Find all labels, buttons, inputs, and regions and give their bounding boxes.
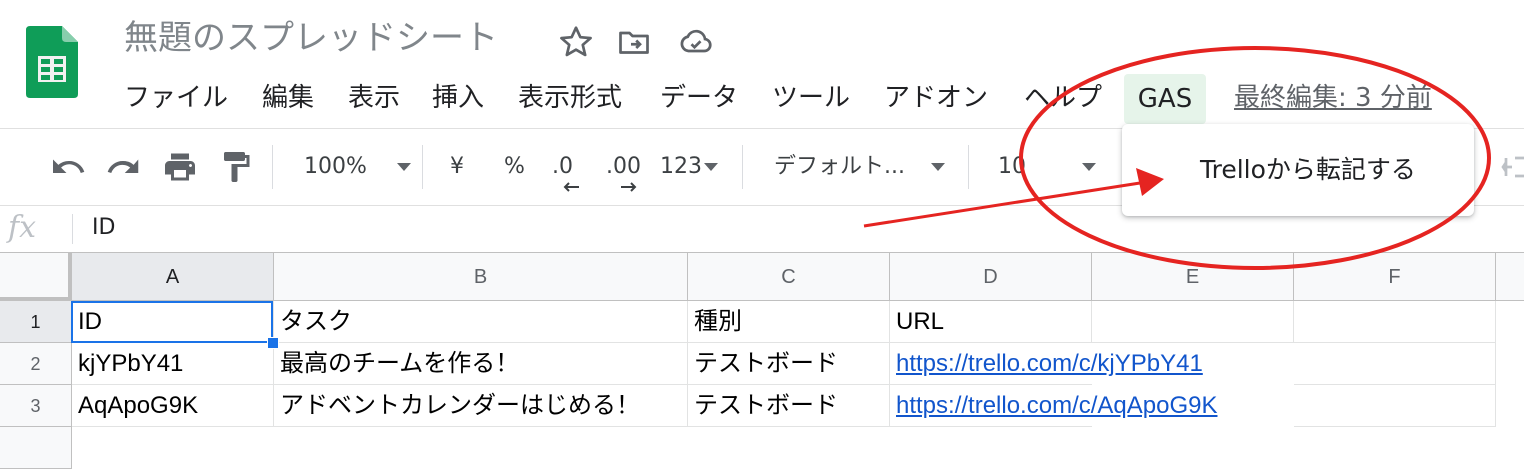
menu-tools[interactable]: ツール — [772, 78, 850, 118]
font-family-select[interactable]: デフォルト... — [774, 149, 945, 185]
chevron-down-icon — [1082, 163, 1096, 171]
undo-icon[interactable] — [50, 149, 86, 185]
cell-a2[interactable]: kjYPbY41 — [72, 343, 274, 385]
cell-e1[interactable] — [1092, 301, 1294, 343]
merge-cells-icon[interactable] — [1500, 149, 1524, 185]
spreadsheet-grid: A B C D E F 1 2 3 ID タスク 種別 URL kjYPbY41… — [0, 253, 1524, 469]
cell-c3[interactable]: テストボード — [688, 385, 890, 427]
row-header-2[interactable]: 2 — [0, 343, 72, 385]
column-header-g[interactable] — [1496, 253, 1524, 301]
font-family-value: デフォルト... — [774, 154, 905, 179]
toolbar-separator — [742, 145, 743, 189]
more-formats-select[interactable]: 123 — [660, 149, 718, 185]
zoom-select[interactable]: 100% — [304, 149, 411, 185]
sheets-logo-icon[interactable] — [26, 26, 78, 98]
increase-decimal-label: .00 — [606, 154, 641, 179]
cell-c2[interactable]: テストボード — [688, 343, 890, 385]
star-icon[interactable] — [558, 24, 594, 60]
menu-data[interactable]: データ — [660, 78, 738, 118]
print-icon[interactable] — [162, 149, 198, 185]
row-header-4[interactable] — [0, 427, 72, 469]
menu-edit[interactable]: 編集 — [262, 78, 314, 118]
toolbar-separator — [968, 145, 969, 189]
chevron-down-icon — [396, 163, 411, 171]
cell-a3[interactable]: AqApoG9K — [72, 385, 274, 427]
arrow-left-icon — [563, 182, 579, 192]
cell-f3[interactable] — [1294, 385, 1496, 427]
cloud-saved-icon[interactable] — [678, 24, 714, 60]
percent-format-button[interactable]: % — [504, 149, 525, 185]
currency-format-button[interactable]: ¥ — [450, 149, 464, 185]
document-title[interactable]: 無題のスプレッドシート — [124, 16, 498, 60]
column-header-b[interactable]: B — [274, 253, 688, 301]
cell-d1[interactable]: URL — [890, 301, 1092, 343]
chevron-down-icon — [930, 163, 945, 171]
column-header-a[interactable]: A — [72, 253, 274, 301]
column-header-d[interactable]: D — [890, 253, 1092, 301]
zoom-value: 100% — [304, 154, 367, 179]
menu-addons[interactable]: アドオン — [884, 78, 988, 118]
menu-gas[interactable]: GAS — [1124, 74, 1206, 124]
chevron-down-icon — [704, 163, 718, 171]
select-all-corner[interactable] — [0, 253, 72, 301]
column-header-e[interactable]: E — [1092, 253, 1294, 301]
arrow-right-icon — [621, 182, 637, 192]
move-folder-icon[interactable] — [616, 24, 652, 60]
redo-icon[interactable] — [106, 149, 142, 185]
increase-decimal-button[interactable]: .00 — [606, 149, 641, 192]
menu-insert[interactable]: 挿入 — [432, 78, 484, 118]
cell-d2-link[interactable]: https://trello.com/c/kjYPbY41 — [890, 343, 1203, 385]
paint-format-icon[interactable] — [218, 149, 254, 185]
cell-d3-link[interactable]: https://trello.com/c/AqApoG9K — [890, 385, 1217, 427]
last-edit-link[interactable]: 最終編集: 3 分前 — [1234, 78, 1432, 118]
cell-b2[interactable]: 最高のチームを作る！ — [274, 343, 688, 385]
cell-f1[interactable] — [1294, 301, 1496, 343]
toolbar-separator — [272, 145, 273, 189]
cell-b3[interactable]: アドベントカレンダーはじめる！ — [274, 385, 688, 427]
menu-view[interactable]: 表示 — [348, 78, 400, 118]
font-size-value: 10 — [998, 154, 1026, 179]
formula-input[interactable]: ID — [92, 210, 115, 246]
decrease-decimal-button[interactable]: .0 — [552, 149, 579, 192]
column-header-c[interactable]: C — [688, 253, 890, 301]
more-formats-label: 123 — [660, 154, 702, 179]
row-header-3[interactable]: 3 — [0, 385, 72, 427]
function-icon: fx — [8, 210, 37, 245]
column-header-f[interactable]: F — [1294, 253, 1496, 301]
cell-f2[interactable] — [1294, 343, 1496, 385]
menu-format[interactable]: 表示形式 — [518, 78, 622, 118]
menu-file[interactable]: ファイル — [124, 78, 228, 118]
toolbar-separator — [422, 145, 423, 189]
gas-dropdown-menu: Trelloから転記する — [1122, 124, 1474, 216]
menu-item-trello-transfer[interactable]: Trelloから転記する — [1200, 150, 1416, 190]
menu-help[interactable]: ヘルプ — [1024, 78, 1102, 118]
cell-a1[interactable]: ID — [72, 301, 274, 343]
formula-bar-separator — [72, 214, 73, 244]
font-size-select[interactable]: 10 — [998, 149, 1096, 185]
decrease-decimal-label: .0 — [552, 154, 573, 179]
cell-b1[interactable]: タスク — [274, 301, 688, 343]
row-header-1[interactable]: 1 — [0, 301, 72, 343]
fill-handle[interactable] — [267, 337, 279, 349]
cell-c1[interactable]: 種別 — [688, 301, 890, 343]
